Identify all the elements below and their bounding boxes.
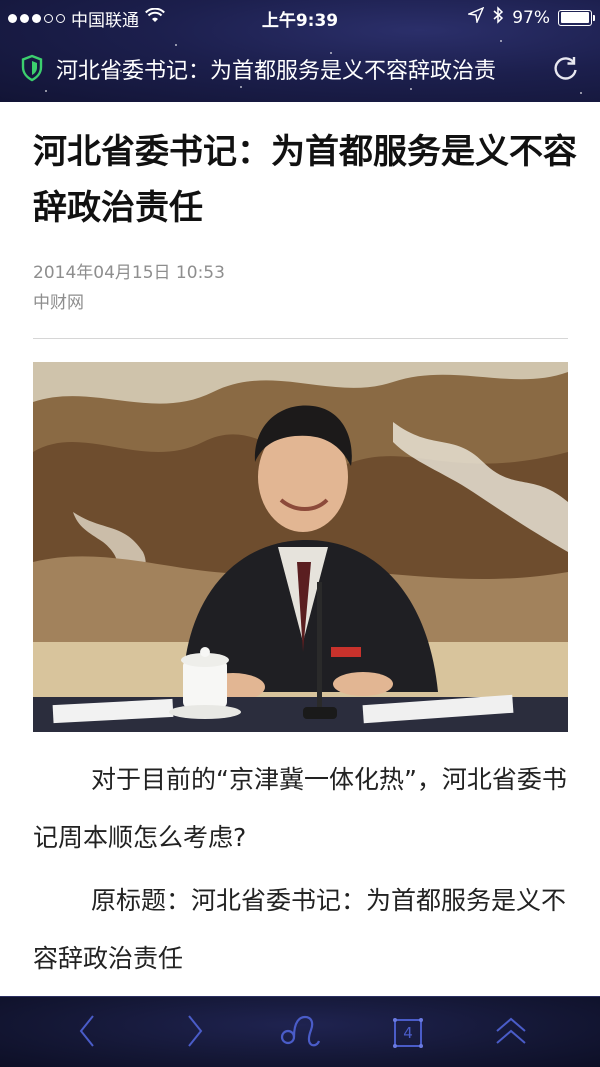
security-shield-icon <box>20 54 44 86</box>
bluetooth-icon <box>492 6 504 29</box>
chevron-right-icon <box>183 1013 207 1053</box>
double-chevron-up-icon <box>493 1013 529 1053</box>
forward-button[interactable] <box>172 1011 218 1055</box>
status-bar: 中国联通 上午9:39 97% <box>0 0 600 34</box>
article-source[interactable]: 中财网 <box>33 288 84 313</box>
reload-icon[interactable] <box>552 54 580 86</box>
home-button[interactable] <box>277 1011 323 1055</box>
browser-header: 中国联通 上午9:39 97% 河北省委书记：为首都服务是义不容辞政治责 <box>0 0 600 102</box>
battery-icon <box>558 9 595 26</box>
back-button[interactable] <box>64 1011 110 1055</box>
article: 河北省委书记：为首都服务是义不容辞政治责任 2014年04月15日 10:53 … <box>0 102 600 996</box>
menu-button[interactable] <box>488 1011 534 1055</box>
article-date: 2014年04月15日 10:53 <box>33 263 225 283</box>
location-arrow-icon <box>466 6 485 28</box>
leo-symbol-icon <box>278 1011 322 1055</box>
tab-count: 4 <box>403 1024 413 1042</box>
divider <box>33 338 568 339</box>
tabs-button[interactable]: 4 <box>385 1011 431 1055</box>
page-title-in-address-bar[interactable]: 河北省委书记：为首都服务是义不容辞政治责 <box>56 53 536 85</box>
address-bar[interactable]: 河北省委书记：为首都服务是义不容辞政治责 <box>0 42 600 94</box>
article-title: 河北省委书记：为首都服务是义不容辞政治责任 <box>33 132 577 228</box>
chevron-left-icon <box>75 1013 99 1053</box>
battery-percent: 97% <box>512 7 550 28</box>
bottom-toolbar: 4 <box>0 996 600 1067</box>
article-photo[interactable] <box>33 362 568 732</box>
article-paragraph: 原标题：河北省委书记：为首都服务是义不容辞政治责任 <box>33 886 567 973</box>
article-paragraph: 对于目前的“京津冀一体化热”，河北省委书记周本顺怎么考虑? <box>33 765 567 852</box>
